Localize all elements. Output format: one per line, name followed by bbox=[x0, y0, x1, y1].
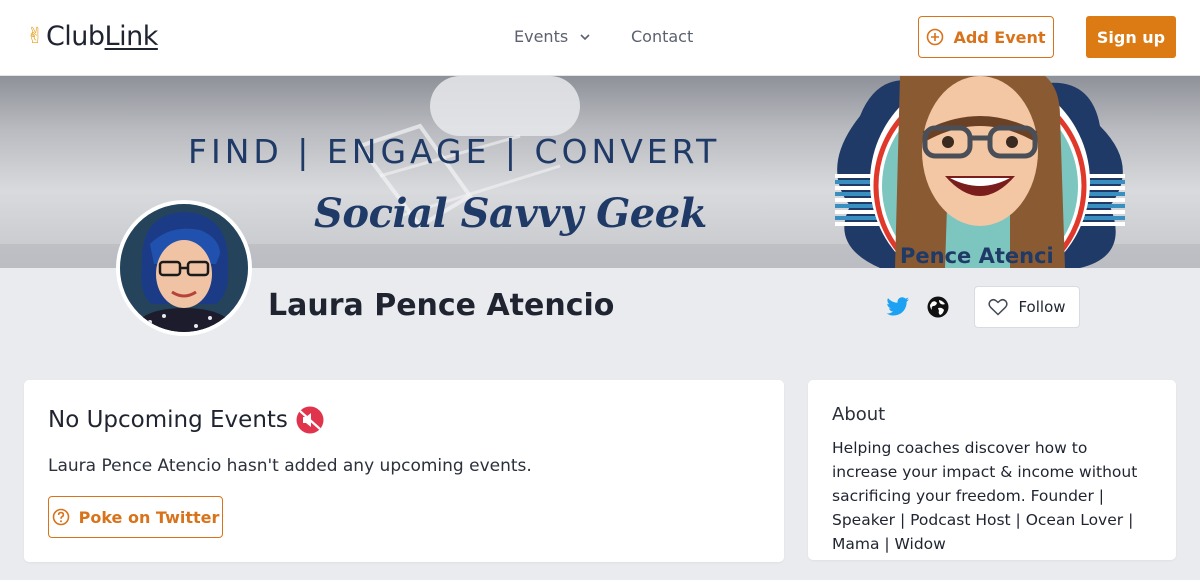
signup-label: Sign up bbox=[1096, 27, 1166, 47]
nav-contact-link[interactable]: Contact bbox=[631, 27, 693, 46]
banner-tagline: FIND | ENGAGE | CONVERT bbox=[188, 132, 721, 171]
victory-hand-icon: ✌ bbox=[26, 24, 44, 49]
logo-text-club: Club bbox=[45, 21, 105, 52]
globe-icon[interactable] bbox=[927, 296, 949, 318]
profile-avatar bbox=[116, 200, 252, 336]
muted-speaker-icon bbox=[296, 406, 324, 434]
twitter-icon[interactable] bbox=[886, 296, 910, 318]
about-card: About Helping coaches discover how to in… bbox=[808, 380, 1176, 560]
avatar-portrait bbox=[120, 204, 248, 332]
profile-name: Laura Pence Atencio bbox=[268, 288, 615, 323]
about-description: Helping coaches discover how to increase… bbox=[832, 439, 1138, 553]
poke-on-twitter-label: Poke on Twitter bbox=[78, 507, 220, 527]
banner-brand: Social Savvy Geek bbox=[314, 190, 707, 237]
follow-label: Follow bbox=[1018, 298, 1066, 316]
add-event-label: Add Event bbox=[953, 27, 1046, 47]
top-navigation-bar: ✌ Club Link Events Contact Add Event Sign… bbox=[0, 0, 1200, 76]
events-card-title: No Upcoming Events bbox=[48, 406, 324, 434]
nav-events-label: Events bbox=[514, 27, 569, 46]
banner-name-arc: Pence Atenci bbox=[900, 244, 1054, 268]
poke-on-twitter-button[interactable]: Poke on Twitter bbox=[48, 496, 223, 538]
nav-events-dropdown[interactable]: Events bbox=[514, 27, 590, 46]
events-empty-message: Laura Pence Atencio hasn't added any upc… bbox=[48, 456, 532, 476]
clublink-logo[interactable]: ✌ Club Link bbox=[26, 21, 158, 52]
logo-text-link: Link bbox=[104, 21, 159, 52]
nav-contact-label: Contact bbox=[631, 27, 694, 46]
chevron-down-icon bbox=[580, 33, 590, 40]
plus-circle-icon bbox=[927, 28, 944, 46]
add-event-button[interactable]: Add Event bbox=[918, 16, 1054, 58]
signup-button[interactable]: Sign up bbox=[1086, 16, 1176, 58]
upcoming-events-card: No Upcoming Events Laura Pence Atencio h… bbox=[24, 380, 784, 562]
follow-button[interactable]: Follow bbox=[974, 286, 1080, 328]
events-title-text: No Upcoming Events bbox=[48, 407, 288, 433]
heart-icon bbox=[988, 298, 1009, 316]
about-title: About bbox=[832, 404, 886, 425]
question-circle-icon bbox=[52, 508, 69, 526]
